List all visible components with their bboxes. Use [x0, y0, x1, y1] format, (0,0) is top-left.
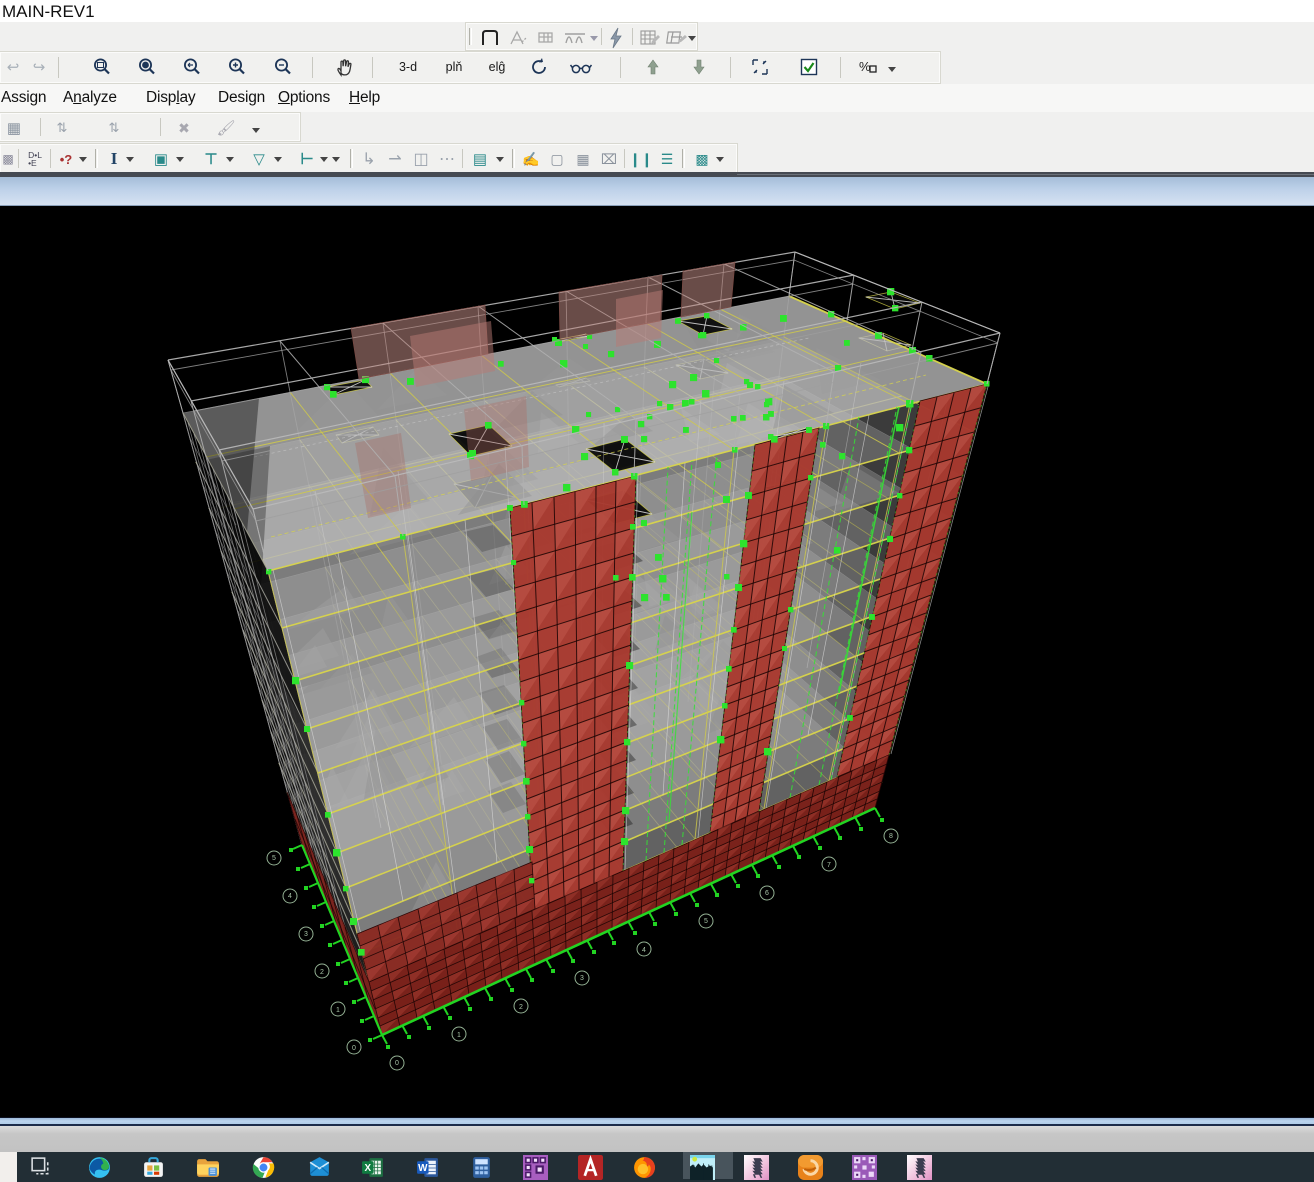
svg-text:7: 7: [827, 862, 831, 869]
svg-text:X: X: [365, 1163, 372, 1174]
svg-text:8: 8: [889, 833, 893, 840]
svg-text:2: 2: [519, 1004, 523, 1011]
svg-text:4: 4: [288, 893, 292, 900]
svg-text:6: 6: [765, 890, 769, 897]
svg-text:2: 2: [320, 969, 324, 976]
svg-text:0: 0: [395, 1060, 399, 1067]
svg-text:4: 4: [642, 947, 646, 954]
svg-text:%: %: [859, 59, 871, 74]
svg-text:1: 1: [336, 1007, 340, 1014]
svg-text:1: 1: [457, 1032, 461, 1039]
svg-text:3: 3: [580, 975, 584, 982]
svg-text:5: 5: [272, 855, 276, 862]
svg-text:5: 5: [704, 918, 708, 925]
svg-text:0: 0: [352, 1045, 356, 1052]
svg-text:W: W: [418, 1163, 428, 1174]
svg-text:3: 3: [304, 931, 308, 938]
